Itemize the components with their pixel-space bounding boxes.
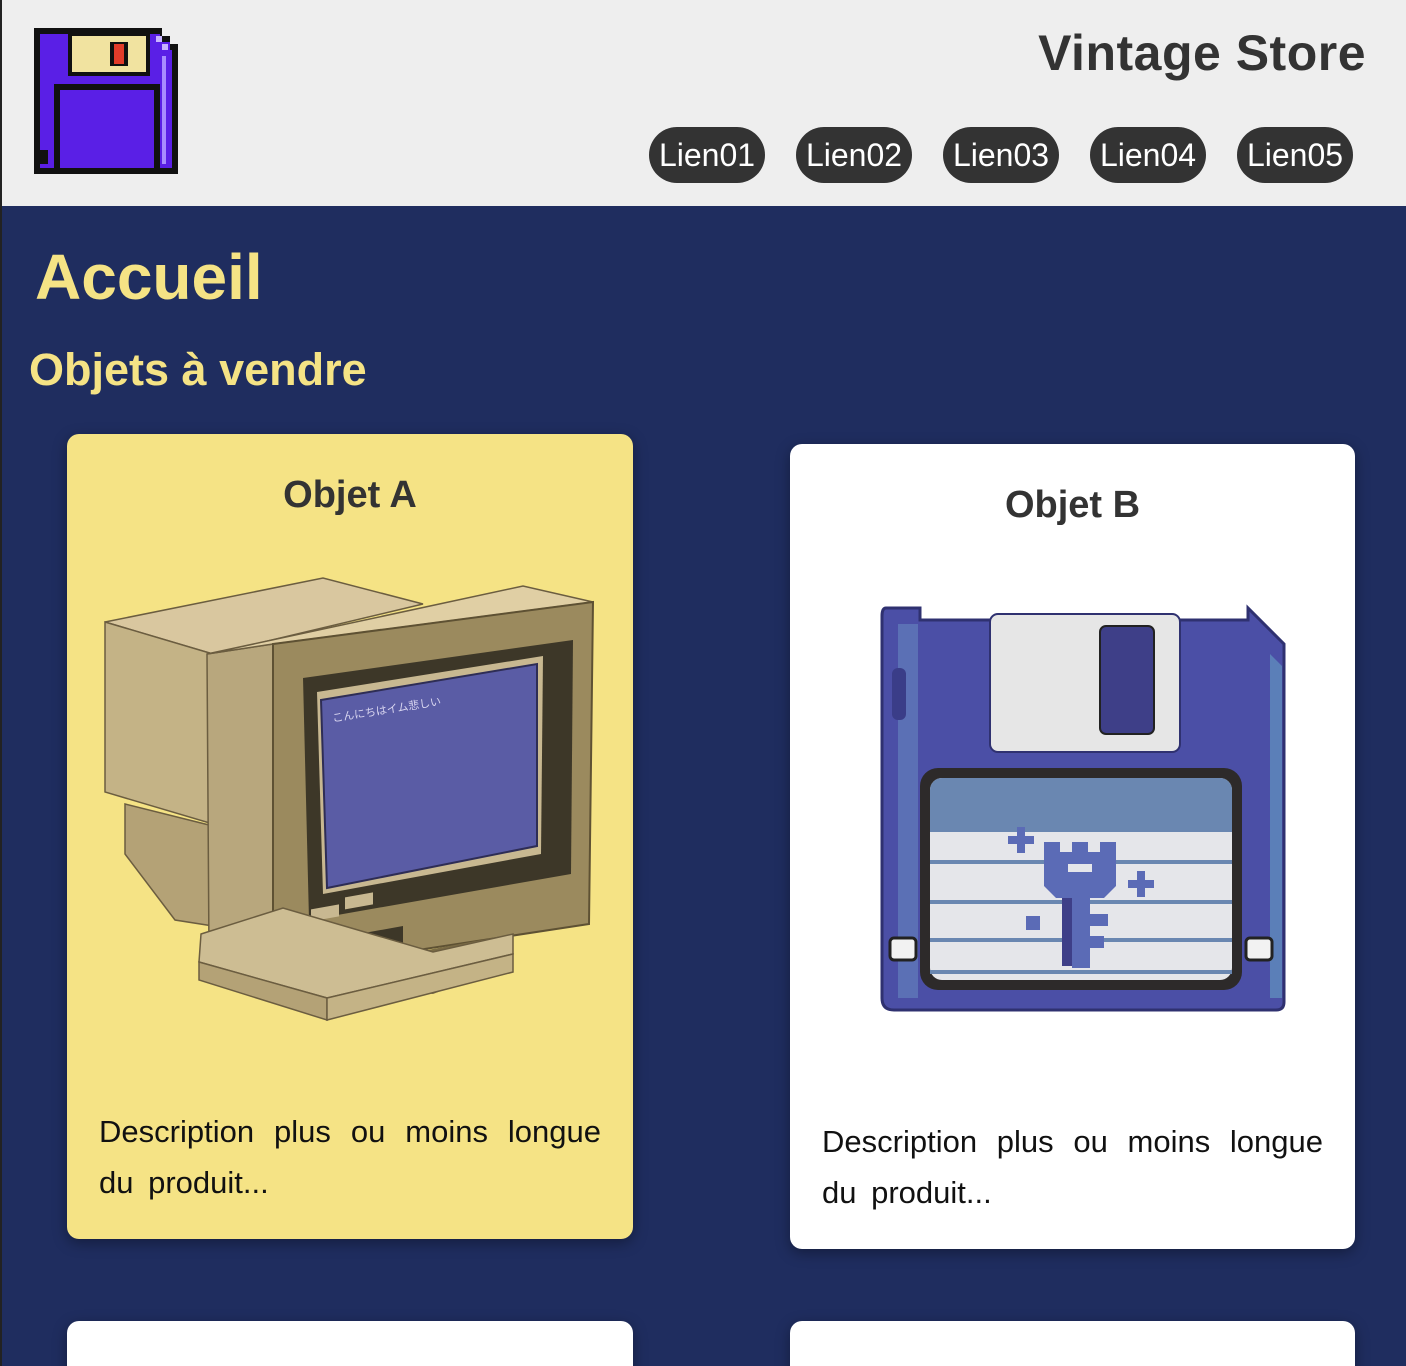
product-title: Objet B	[1004, 484, 1141, 526]
product-card-a[interactable]: Objet A こんにちはイム悲しい Description plus ou m…	[67, 434, 633, 1239]
main-content: Accueil Objets à vendre Objet A こんにちはイム悲…	[0, 206, 1406, 1366]
nav-link-3[interactable]: Lien03	[943, 127, 1059, 183]
nav-link-5[interactable]: Lien05	[1237, 127, 1353, 183]
floppy-disk-image	[880, 604, 1286, 1012]
product-card-d[interactable]	[790, 1321, 1355, 1366]
product-description: Description plus ou moins longue du prod…	[99, 1114, 601, 1200]
nav-link-1[interactable]: Lien01	[649, 127, 765, 183]
main-nav: Lien01 Lien02 Lien03 Lien04 Lien05	[649, 127, 1384, 183]
nav-link-2[interactable]: Lien02	[796, 127, 912, 183]
page-title: Accueil	[35, 241, 263, 313]
product-card-c[interactable]	[67, 1321, 633, 1366]
retro-computer-monitor-image: こんにちはイム悲しい	[104, 577, 595, 1022]
product-card-b[interactable]: Objet B Description plus ou moins longue…	[790, 444, 1355, 1249]
product-title: Objet A	[283, 474, 417, 516]
product-description: Description plus ou moins longue du prod…	[822, 1124, 1323, 1210]
site-title: Vintage Store	[1038, 25, 1366, 81]
nav-link-4[interactable]: Lien04	[1090, 127, 1206, 183]
section-title: Objets à vendre	[29, 344, 367, 395]
site-header: Vintage Store Lien01 Lien02 Lien03 Lien0…	[0, 0, 1406, 206]
floppy-disk-icon[interactable]	[30, 26, 182, 178]
